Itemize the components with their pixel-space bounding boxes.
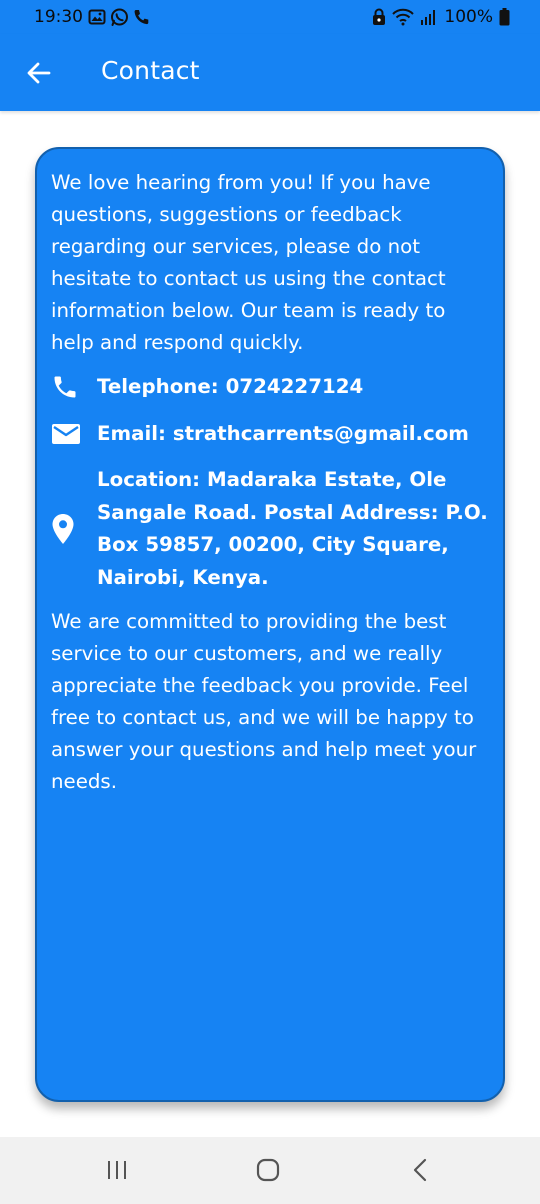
location-pin-icon <box>51 513 83 545</box>
closing-text: We are committed to providing the best s… <box>51 610 477 793</box>
battery-icon <box>499 8 510 26</box>
system-nav-bar <box>0 1137 540 1204</box>
wifi-icon <box>392 8 415 26</box>
location-text: Location: Madaraka Estate, Ole Sangale R… <box>97 468 488 589</box>
email-row[interactable]: Email: strathcarrents@gmail.com <box>51 418 489 451</box>
phone-call-icon <box>134 10 149 25</box>
status-notification-icons <box>88 8 150 27</box>
whatsapp-icon <box>111 8 128 26</box>
back-nav-button[interactable] <box>400 1155 440 1185</box>
status-time: 19:30 <box>34 7 83 27</box>
page-title: Contact <box>101 56 200 85</box>
phone-icon <box>51 373 83 401</box>
app-bar: Contact <box>0 34 540 111</box>
arrow-left-icon <box>27 62 51 84</box>
status-system-icons: 100% <box>372 7 510 27</box>
recents-button[interactable] <box>97 1155 137 1185</box>
telephone-row[interactable]: Telephone: 0724227124 <box>51 371 489 404</box>
back-button[interactable] <box>20 54 58 92</box>
signal-icon <box>421 10 436 25</box>
location-row[interactable]: Location: Madaraka Estate, Ole Sangale R… <box>51 464 489 594</box>
status-bar: 19:30 100% <box>0 0 540 34</box>
telephone-text: Telephone: 0724227124 <box>97 375 364 398</box>
email-icon <box>51 422 83 446</box>
battery-percent: 100% <box>444 7 493 27</box>
gallery-icon <box>88 9 106 25</box>
home-icon <box>256 1158 280 1182</box>
intro-text: We love hearing from you! If you have qu… <box>51 171 446 354</box>
email-text: Email: strathcarrents@gmail.com <box>97 421 469 445</box>
lock-icon <box>373 8 386 25</box>
recents-icon <box>108 1161 126 1179</box>
contact-card: We love hearing from you! If you have qu… <box>35 147 505 1102</box>
home-button[interactable] <box>248 1155 288 1185</box>
back-nav-icon <box>413 1158 427 1182</box>
